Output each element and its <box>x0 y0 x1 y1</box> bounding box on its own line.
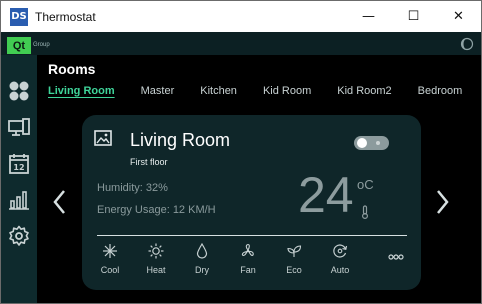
energy-usage-label: Energy Usage: 12 KM/H <box>97 204 216 216</box>
tab-kitchen[interactable]: Kitchen <box>200 85 237 97</box>
mode-eco[interactable]: Eco <box>276 243 312 275</box>
thermometer-icon <box>362 205 368 219</box>
thermostat-window: DS Thermostat — ☐ ✕ Qt Group 12 Rooms Li… <box>0 0 482 304</box>
app-icon: DS <box>10 7 28 26</box>
window-title: Thermostat <box>35 9 96 24</box>
toggle-indicator <box>376 141 380 145</box>
qt-group-label: Group <box>33 42 50 48</box>
mode-label: Cool <box>100 265 120 275</box>
previous-room-arrow-icon[interactable] <box>52 187 68 217</box>
settings-icon[interactable] <box>8 225 30 247</box>
room-card: Living Room First floor Humidity: 32% En… <box>82 115 421 290</box>
maximize-button[interactable]: ☐ <box>391 1 436 32</box>
mode-label: Eco <box>286 265 302 275</box>
mode-label: Heat <box>146 265 166 275</box>
room-name: Living Room <box>130 130 231 150</box>
toggle-knob <box>357 138 367 148</box>
leaf-icon <box>287 245 302 257</box>
tab-living-room[interactable]: Living Room <box>48 85 115 97</box>
qt-logo: Qt <box>7 37 31 54</box>
main-panel: Rooms Living Room Master Kitchen Kid Roo… <box>37 55 481 303</box>
snowflake-icon <box>103 244 117 258</box>
temperature-value: 24 <box>298 167 354 223</box>
image-icon <box>94 130 112 146</box>
more-options-icon[interactable] <box>388 253 404 261</box>
auto-icon <box>333 244 348 258</box>
mode-cool[interactable]: Cool <box>92 243 128 275</box>
fan-icon <box>241 243 254 256</box>
page-title: Rooms <box>48 61 96 77</box>
tab-bedroom[interactable]: Bedroom <box>418 85 463 97</box>
dashboard-icon[interactable] <box>8 80 30 102</box>
mode-label: Fan <box>240 265 256 275</box>
mode-label: Dry <box>195 265 209 275</box>
room-tabs: Living Room Master Kitchen Kid Room Kid … <box>48 85 482 97</box>
humidity-label: Humidity: 32% <box>97 182 168 194</box>
svg-text:12: 12 <box>13 163 24 172</box>
mode-dry[interactable]: Dry <box>184 243 220 275</box>
minimize-button[interactable]: — <box>346 1 391 32</box>
calendar-icon[interactable]: 12 <box>8 153 30 175</box>
droplet-icon <box>196 243 208 259</box>
title-bar: DS Thermostat — ☐ ✕ <box>1 1 481 32</box>
dark-mode-icon[interactable] <box>460 37 474 51</box>
sidebar: 12 <box>1 55 37 303</box>
tab-kid-room2[interactable]: Kid Room2 <box>337 85 391 97</box>
mode-selector: Cool Heat Dry Fan Eco Auto <box>92 243 412 283</box>
divider <box>97 235 407 236</box>
power-toggle[interactable] <box>354 136 389 150</box>
tab-master[interactable]: Master <box>141 85 175 97</box>
devices-icon[interactable] <box>8 117 30 139</box>
mode-heat[interactable]: Heat <box>138 243 174 275</box>
stats-icon[interactable] <box>8 189 30 211</box>
close-button[interactable]: ✕ <box>436 1 481 32</box>
tab-kid-room[interactable]: Kid Room <box>263 85 311 97</box>
window-controls: — ☐ ✕ <box>346 1 481 32</box>
mode-fan[interactable]: Fan <box>230 243 266 275</box>
mode-auto[interactable]: Auto <box>322 243 358 275</box>
temperature-unit: oC <box>357 177 374 192</box>
qt-header: Qt Group <box>1 32 481 55</box>
sun-icon <box>148 243 164 259</box>
mode-label: Auto <box>330 265 350 275</box>
floor-label: First floor <box>130 157 168 167</box>
next-room-arrow-icon[interactable] <box>434 187 450 217</box>
